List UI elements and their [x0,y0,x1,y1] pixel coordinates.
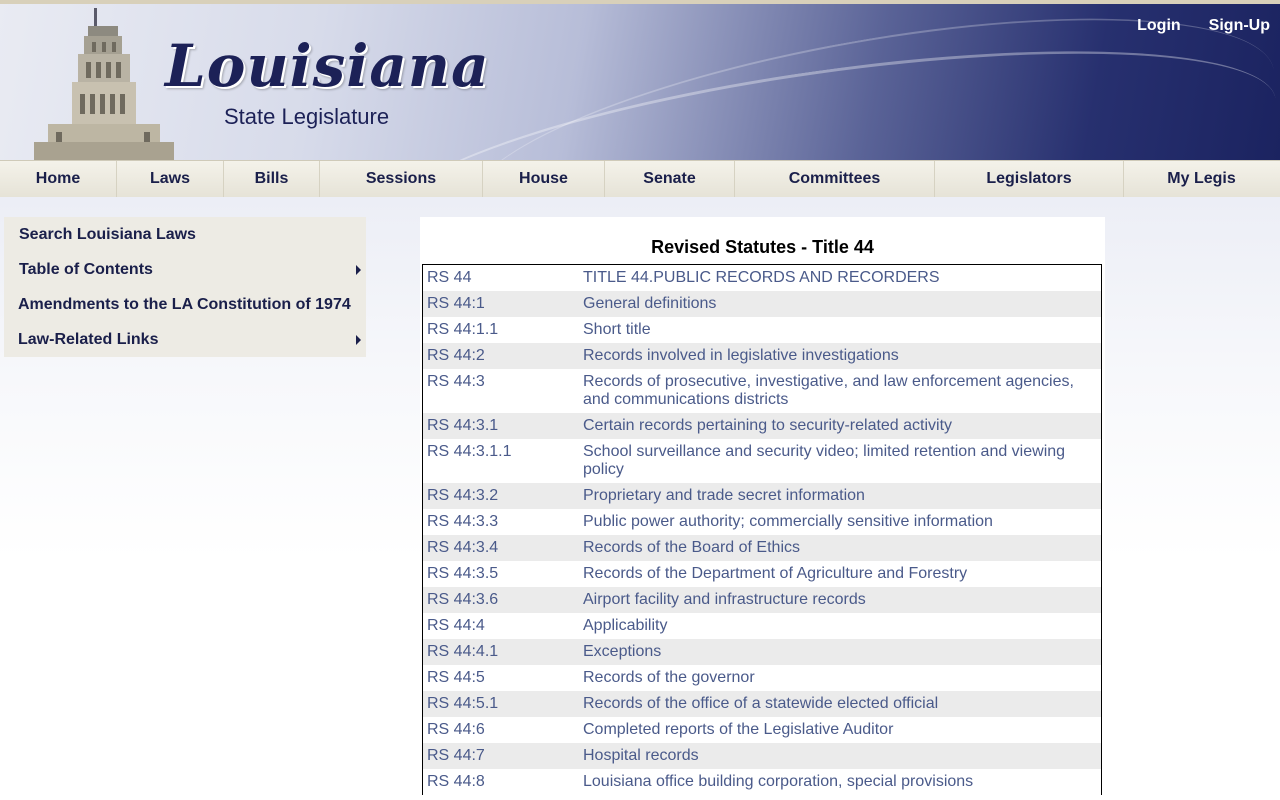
statute-number-link[interactable]: RS 44:7 [423,747,583,765]
sidebar-item-law-related-links[interactable]: Law-Related Links [4,322,366,357]
table-row: RS 44:2 Records involved in legislative i… [423,343,1101,369]
sidebar-item-table-of-contents[interactable]: Table of Contents [4,252,366,287]
statute-title-link[interactable]: Louisiana office building corporation, s… [583,773,1093,791]
statute-number-link[interactable]: RS 44:6 [423,721,583,739]
statute-title-link[interactable]: Records of prosecutive, investigative, a… [583,373,1093,409]
site-logo-script: Louisiana [165,32,490,100]
table-row: RS 44:3.4 Records of the Board of Ethics [423,535,1101,561]
nav-senate[interactable]: Senate [605,161,735,197]
nav-house[interactable]: House [483,161,605,197]
nav-committees[interactable]: Committees [735,161,935,197]
nav-sessions[interactable]: Sessions [320,161,483,197]
nav-laws[interactable]: Laws [117,161,224,197]
statute-number-link[interactable]: RS 44:1 [423,295,583,313]
statute-title-link[interactable]: Records of the Department of Agriculture… [583,565,1093,583]
statute-table: RS 44 TITLE 44.PUBLIC RECORDS AND RECORDE… [422,264,1102,795]
statute-title-link[interactable]: Records of the Board of Ethics [583,539,1093,557]
statute-number-link[interactable]: RS 44:3.5 [423,565,583,583]
statute-title-link[interactable]: Certain records pertaining to security-r… [583,417,1093,435]
main-nav: Home Laws Bills Sessions House Senate Co… [0,160,1280,198]
statute-number-link[interactable]: RS 44:3.2 [423,487,583,505]
table-row: RS 44:3.1.1 School surveillance and secur… [423,439,1101,483]
statute-title-link[interactable]: School surveillance and security video; … [583,443,1093,479]
sidebar-item-label: Search Louisiana Laws [19,226,196,243]
statute-number-link[interactable]: RS 44:5.1 [423,695,583,713]
nav-bills[interactable]: Bills [224,161,320,197]
nav-home[interactable]: Home [0,161,117,197]
table-row: RS 44:3 Records of prosecutive, investiga… [423,369,1101,413]
statute-number-link[interactable]: RS 44:1.1 [423,321,583,339]
table-row: RS 44:3.6 Airport facility and infrastruc… [423,587,1101,613]
statute-number-link[interactable]: RS 44:8 [423,773,583,791]
statute-title-link[interactable]: Public power authority; commercially sen… [583,513,1093,531]
nav-legislators[interactable]: Legislators [935,161,1124,197]
statute-number-link[interactable]: RS 44:3.1.1 [423,443,583,479]
site-logo-subtitle: State Legislature [224,104,390,129]
statute-number-link[interactable]: RS 44:3.1 [423,417,583,435]
table-row: RS 44:3.2 Proprietary and trade secret in… [423,483,1101,509]
table-row: RS 44:6 Completed reports of the Legislat… [423,717,1101,743]
statute-title-link[interactable]: Exceptions [583,643,1093,661]
auth-links: Login Sign-Up [1137,17,1270,35]
statute-number-link[interactable]: RS 44 [423,269,583,287]
nav-my-legis[interactable]: My Legis [1124,161,1279,197]
statute-title-link[interactable]: Short title [583,321,1093,339]
table-row: RS 44:5 Records of the governor [423,665,1101,691]
sidebar-item-label: Amendments to the LA Constitution of 197… [18,296,351,313]
table-row: RS 44:3.1 Certain records pertaining to s… [423,413,1101,439]
sidebar-item-label: Law-Related Links [18,331,159,348]
table-row: RS 44:4.1 Exceptions [423,639,1101,665]
sidebar-item-amendments[interactable]: Amendments to the LA Constitution of 197… [4,287,366,322]
table-row: RS 44:1 General definitions [423,291,1101,317]
statute-title-link[interactable]: General definitions [583,295,1093,313]
login-link[interactable]: Login [1137,17,1181,35]
table-row: RS 44:3.5 Records of the Department of Ag… [423,561,1101,587]
statute-number-link[interactable]: RS 44:2 [423,347,583,365]
table-row: RS 44:5.1 Records of the office of a stat… [423,691,1101,717]
statute-title-link[interactable]: Records of the governor [583,669,1093,687]
statute-number-link[interactable]: RS 44:3.4 [423,539,583,557]
statute-number-link[interactable]: RS 44:3.6 [423,591,583,609]
main-content: Revised Statutes - Title 44 RS 44 TITLE 4… [420,217,1105,800]
sidebar-menu: Search Louisiana Laws Table of Contents … [4,217,366,357]
table-row: RS 44:4 Applicability [423,613,1101,639]
table-row: RS 44:3.3 Public power authority; commerc… [423,509,1101,535]
statute-number-link[interactable]: RS 44:4 [423,617,583,635]
statute-title-link[interactable]: Applicability [583,617,1093,635]
table-row: RS 44:1.1 Short title [423,317,1101,343]
statute-number-link[interactable]: RS 44:3 [423,373,583,409]
statute-title-link[interactable]: Records of the office of a statewide ele… [583,695,1093,713]
statute-title-link[interactable]: Completed reports of the Legislative Aud… [583,721,1093,739]
sidebar-item-label: Table of Contents [19,261,153,278]
submenu-arrow-icon [356,265,361,275]
statute-number-link[interactable]: RS 44:4.1 [423,643,583,661]
table-row: RS 44 TITLE 44.PUBLIC RECORDS AND RECORDE… [423,265,1101,291]
statute-number-link[interactable]: RS 44:3.3 [423,513,583,531]
table-row: RS 44:7 Hospital records [423,743,1101,769]
site-banner: Louisiana State Legislature Login Sign-U… [0,0,1280,160]
statute-title-link[interactable]: Proprietary and trade secret information [583,487,1093,505]
sidebar-item-search-laws[interactable]: Search Louisiana Laws [4,217,366,252]
statute-title-link[interactable]: Airport facility and infrastructure reco… [583,591,1093,609]
statute-title-link[interactable]: TITLE 44.PUBLIC RECORDS AND RECORDERS [583,269,1093,287]
signup-link[interactable]: Sign-Up [1209,17,1270,35]
table-row: RS 44:8 Louisiana office building corpora… [423,769,1101,795]
capitol-building-icon [34,8,174,160]
statute-title-link[interactable]: Records involved in legislative investig… [583,347,1093,365]
submenu-arrow-icon [356,335,361,345]
page-title: Revised Statutes - Title 44 [651,237,874,257]
statute-number-link[interactable]: RS 44:5 [423,669,583,687]
statute-title-link[interactable]: Hospital records [583,747,1093,765]
